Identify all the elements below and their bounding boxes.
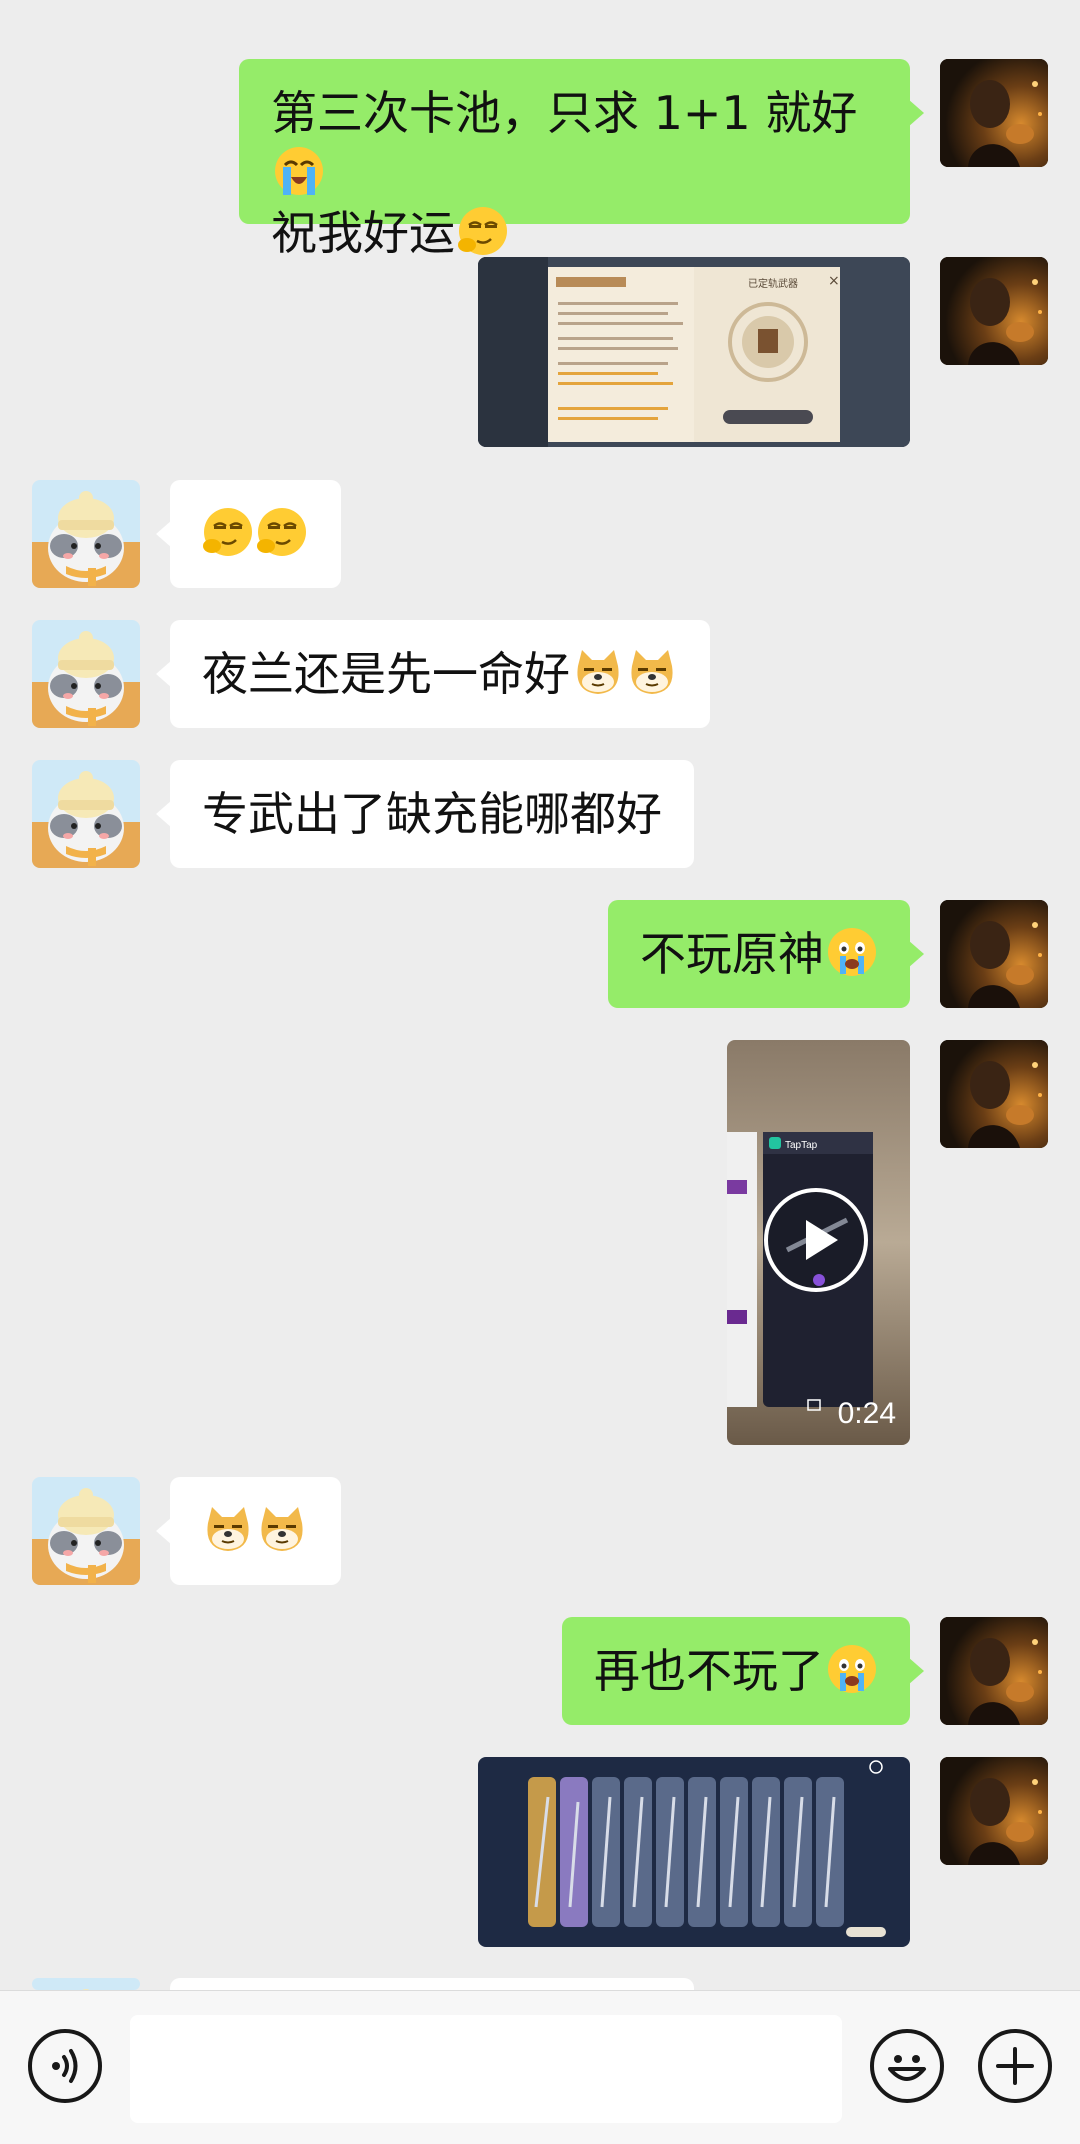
my-avatar[interactable] [940,900,1048,1008]
doge-emoji-icon [202,1503,254,1555]
contact-avatar[interactable] [32,620,140,728]
message-text: 夜兰还是先一命好 [202,647,570,701]
smirking-emoji-icon [457,205,509,257]
svg-text:TapTap: TapTap [785,1140,818,1151]
voice-icon [52,2049,78,2083]
video-camera-icon [807,1399,821,1411]
svg-text:×: × [828,273,840,289]
doge-emoji-icon [572,646,624,698]
message-bubble-sent[interactable]: 再也不玩了 [562,1617,924,1725]
smirking-emoji-icon [256,506,308,558]
contact-avatar[interactable] [32,480,140,588]
message-text: 不玩原神 [640,927,824,981]
play-button[interactable] [764,1188,868,1292]
voice-button[interactable] [28,2029,102,2103]
contact-avatar [32,1978,140,1990]
image-thumbnail [478,1757,910,1947]
message-bubble-sent[interactable]: 不玩原神 [608,900,924,1008]
crying-emoji-icon [826,1643,878,1695]
message-text: 再也不玩了 [594,1644,824,1698]
smirking-emoji-icon [202,506,254,558]
my-avatar[interactable] [940,1757,1048,1865]
my-avatar[interactable] [940,1040,1048,1148]
crying-emoji-icon [826,926,878,978]
message-bubble-received [170,1978,694,1990]
play-icon [806,1220,838,1260]
svg-text:已定轨武器: 已定轨武器 [748,277,798,290]
more-button[interactable] [978,2029,1052,2103]
video-duration: 0:24 [837,1397,896,1430]
doge-emoji-icon [256,1503,308,1555]
doge-emoji-icon [626,646,678,698]
message-text: 专武出了缺充能哪都好 [202,787,662,841]
message-text: 祝我好运 [271,206,455,260]
video-message[interactable]: TapTap 0:24 [727,1040,910,1445]
my-avatar[interactable] [940,1617,1048,1725]
message-bubble-received[interactable] [156,480,341,588]
image-thumbnail: 已定轨武器 × [478,257,910,447]
message-bubble-received[interactable]: 夜兰还是先一命好 [156,620,710,728]
message-bubble-received[interactable]: 专武出了缺充能哪都好 [156,760,694,868]
message-bubble-sent[interactable]: 第三次卡池，只求 1+1 就好 祝我好运 [239,59,924,260]
my-avatar[interactable] [940,257,1048,365]
loudly-crying-emoji-icon [273,145,325,197]
chat-input-bar [0,1990,1080,2144]
plus-icon [996,2047,1034,2085]
message-input[interactable] [130,2015,842,2123]
contact-avatar[interactable] [32,1477,140,1585]
image-message[interactable] [478,1757,910,1947]
emoji-button[interactable] [870,2029,944,2103]
contact-avatar[interactable] [32,760,140,868]
image-message[interactable]: 已定轨武器 × [478,257,910,447]
emoji-icon [888,2055,926,2081]
message-text: 第三次卡池，只求 1+1 就好 [271,86,858,140]
message-bubble-received[interactable] [156,1477,341,1585]
my-avatar[interactable] [940,59,1048,167]
